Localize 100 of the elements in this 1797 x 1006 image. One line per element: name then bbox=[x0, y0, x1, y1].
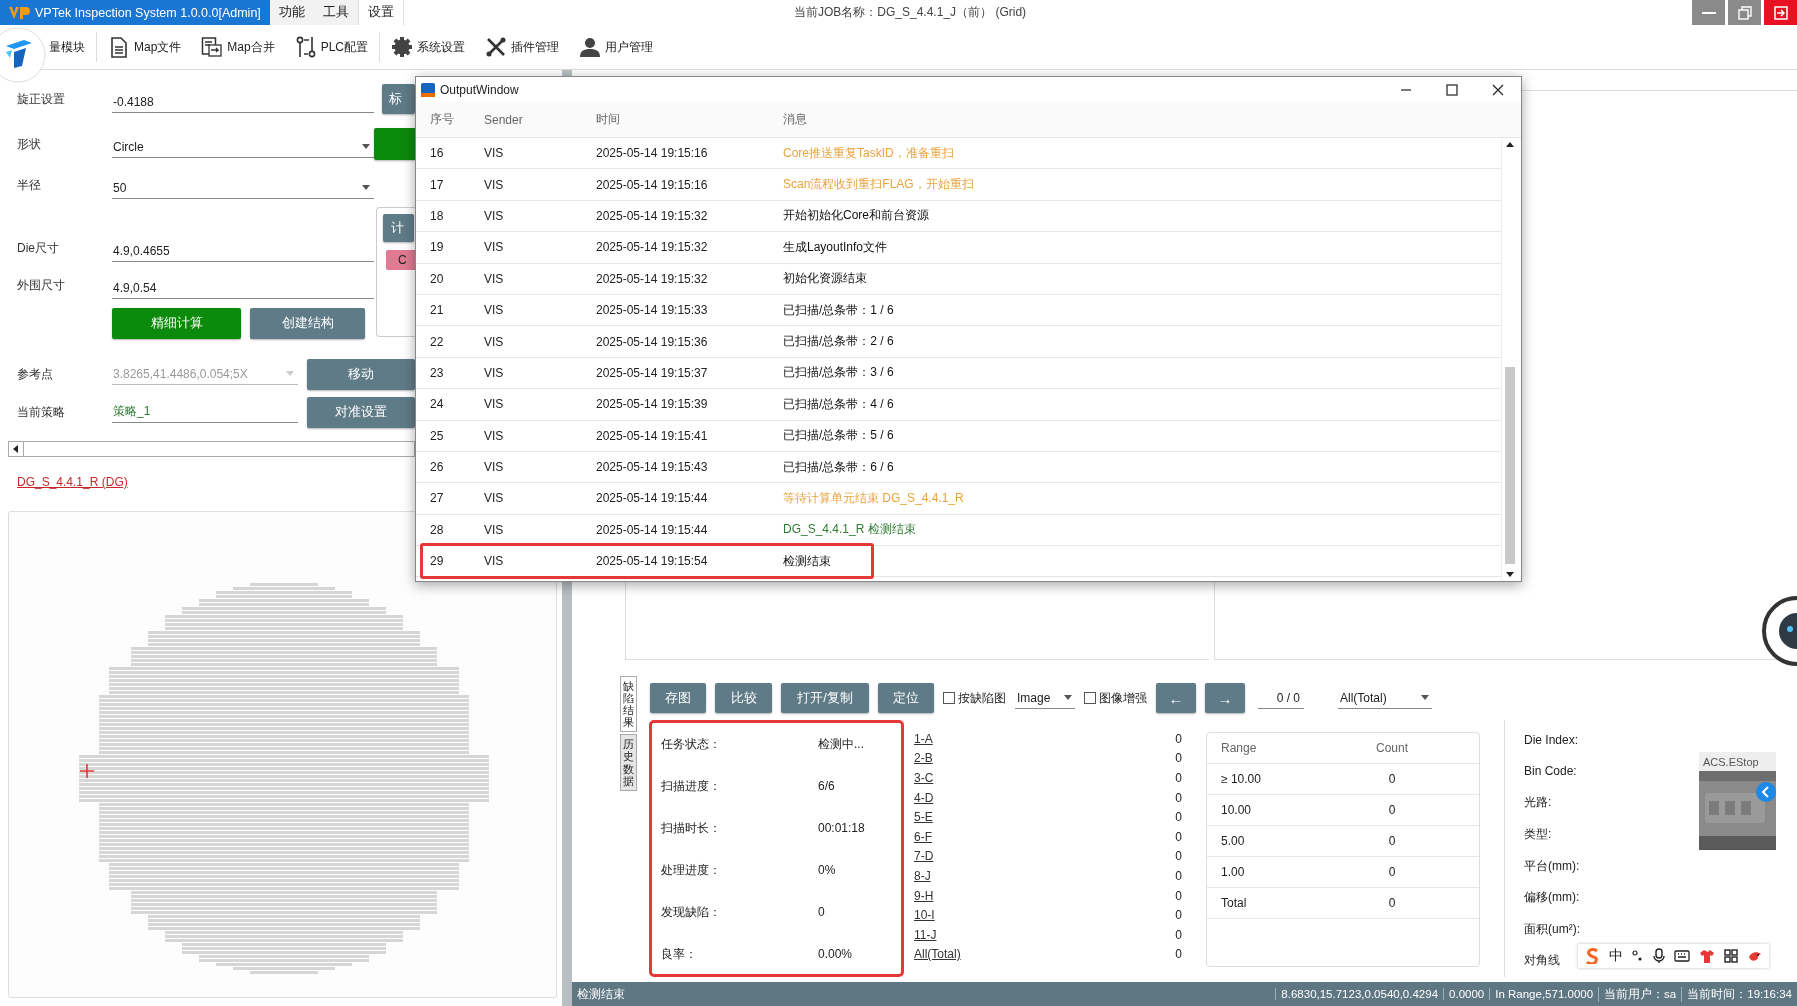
filter-dropdown[interactable]: All(Total) bbox=[1338, 687, 1432, 709]
toolbar-button[interactable]: 打开/复制 bbox=[781, 683, 869, 713]
toolbar-button[interactable]: Map文件 bbox=[103, 30, 187, 64]
align-settings-button[interactable]: 对准设置 bbox=[307, 396, 415, 428]
info-label: Die Index: bbox=[1524, 732, 1579, 747]
defect-class-link[interactable]: All(Total) bbox=[914, 947, 961, 962]
column-header: 消息 bbox=[783, 111, 808, 128]
defect-class-link[interactable]: 9-H bbox=[914, 888, 934, 903]
toolbar-button[interactable]: 比较 bbox=[715, 683, 772, 713]
toolbar-button[interactable]: 存图 bbox=[650, 683, 706, 713]
defect-count: 0 bbox=[1175, 751, 1182, 766]
toolbar-button[interactable]: 用户管理 bbox=[574, 30, 659, 64]
grid-icon[interactable] bbox=[1724, 949, 1738, 963]
status-label: 良率： bbox=[661, 945, 698, 963]
status-label: 处理进度： bbox=[661, 861, 722, 879]
app-logo-icon[interactable] bbox=[0, 28, 46, 84]
horizontal-scrollbar[interactable] bbox=[8, 441, 415, 457]
document-icon bbox=[108, 36, 130, 58]
restore-button[interactable] bbox=[1728, 0, 1761, 25]
merge-icon bbox=[201, 36, 224, 58]
defect-class-link[interactable]: 3-C bbox=[914, 771, 934, 785]
defect-class-link[interactable]: 4-D bbox=[914, 790, 934, 805]
job-link[interactable]: DG_S_4.4.1_R (DG) bbox=[17, 475, 128, 489]
toolbar-button[interactable]: 量模块 bbox=[44, 30, 90, 64]
calc-button[interactable]: 创建结构 bbox=[250, 307, 365, 339]
shirt-icon[interactable] bbox=[1699, 948, 1715, 964]
dropdown[interactable]: 50 bbox=[112, 177, 374, 199]
checkbox[interactable] bbox=[943, 692, 955, 704]
defect-class-link[interactable]: 8-J bbox=[914, 868, 931, 883]
calc-button[interactable]: 计 bbox=[383, 214, 414, 242]
input-field[interactable]: 4.9,0.4655 bbox=[112, 240, 374, 262]
status-label: 扫描进度： bbox=[661, 777, 722, 795]
input-field[interactable]: 4.9,0.54 bbox=[112, 277, 374, 299]
keyboard-icon[interactable] bbox=[1674, 949, 1690, 963]
table-cell-text: VIS bbox=[484, 491, 505, 506]
bird-icon[interactable] bbox=[1747, 949, 1763, 963]
column-header: 时间 bbox=[596, 111, 621, 128]
toolbar-button[interactable]: 系统设置 bbox=[386, 30, 471, 64]
defect-class-link[interactable]: 7-D bbox=[914, 849, 934, 864]
defect-class-link[interactable]: 10-I bbox=[914, 908, 935, 923]
field-label: 旋正设置 bbox=[17, 90, 66, 108]
side-tab[interactable]: 历史数据 bbox=[620, 734, 637, 791]
defect-count: 0 bbox=[1175, 868, 1182, 883]
table-cell-text: 2025-05-14 19:15:36 bbox=[596, 334, 709, 349]
defect-class-link[interactable]: 5-E bbox=[914, 810, 933, 825]
table-cell-text: ≥ 10.00 bbox=[1220, 772, 1262, 786]
connection-icon bbox=[294, 36, 317, 58]
toolbar-button[interactable]: 插件管理 bbox=[480, 30, 565, 64]
dropdown[interactable]: Circle bbox=[112, 136, 374, 158]
next-button[interactable]: → bbox=[1205, 683, 1245, 713]
vertical-scrollbar[interactable] bbox=[1501, 138, 1518, 581]
expand-button-icon[interactable] bbox=[1756, 782, 1776, 802]
defect-class-link[interactable]: 1-A bbox=[914, 731, 933, 746]
input-field[interactable]: -0.4188 bbox=[112, 91, 374, 113]
punctuation-icon[interactable] bbox=[1632, 949, 1644, 963]
table-cell-text: VIS bbox=[484, 397, 505, 412]
side-tab[interactable]: 缺陷结果 bbox=[620, 676, 637, 733]
toolbar-button[interactable]: 定位 bbox=[878, 683, 934, 713]
table-cell-text: VIS bbox=[484, 177, 505, 192]
log-message: 已扫描/总条带：6 / 6 bbox=[783, 458, 894, 476]
checkbox[interactable] bbox=[1084, 692, 1096, 704]
input-mode-toggle[interactable]: 中 bbox=[1609, 947, 1623, 965]
scrollbar-thumb[interactable] bbox=[1505, 367, 1515, 564]
menu-tab[interactable]: 设置 bbox=[358, 0, 404, 25]
page-field[interactable]: 0 / 0 bbox=[1258, 687, 1304, 709]
table-cell-text: VIS bbox=[484, 522, 505, 537]
toolbar-button[interactable]: PLC配置 bbox=[289, 30, 374, 64]
row-number: 17 bbox=[430, 177, 445, 192]
settings-icon bbox=[391, 36, 414, 58]
field-label: 形状 bbox=[17, 135, 42, 153]
thumbnail-title: ACS.EStop bbox=[1699, 752, 1776, 771]
table-cell-text: VIS bbox=[484, 146, 505, 161]
table-cell-text: Total bbox=[1220, 896, 1248, 910]
toolbar-button[interactable]: Map合并 bbox=[196, 30, 280, 64]
table-cell-text: 2025-05-14 19:15:16 bbox=[596, 146, 709, 161]
defect-class-link[interactable]: 2-B bbox=[914, 751, 933, 766]
table-cell-text: 0 bbox=[1387, 834, 1397, 848]
defect-count: 0 bbox=[1175, 908, 1182, 923]
app-title: VPTek Inspection System 1.0.0.0[Admin] bbox=[35, 5, 261, 20]
info-label: 光路: bbox=[1524, 794, 1552, 812]
log-message: DG_S_4.4.1_R 检测结束 bbox=[783, 521, 916, 539]
previous-button[interactable]: ← bbox=[1156, 683, 1196, 713]
menu-tab[interactable]: 工具 bbox=[314, 0, 358, 25]
input-method-logo-icon[interactable] bbox=[1584, 948, 1600, 964]
row-number: 28 bbox=[430, 522, 445, 537]
checkbox-label: 图像增强 bbox=[1099, 689, 1147, 707]
side-button[interactable]: 标 bbox=[382, 84, 415, 114]
microphone-icon[interactable] bbox=[1653, 948, 1665, 964]
defect-class-link[interactable]: 11-J bbox=[914, 927, 937, 942]
status-label: 发现缺陷： bbox=[661, 903, 722, 921]
log-message: Scan流程收到重扫FLAG，开始重扫 bbox=[783, 176, 974, 194]
menu-tab[interactable]: 功能 bbox=[270, 0, 314, 25]
minimize-button[interactable] bbox=[1692, 0, 1725, 25]
input-field[interactable]: 策略_1 bbox=[112, 401, 298, 423]
field-label: 半径 bbox=[17, 176, 42, 194]
calc-button[interactable]: 精细计算 bbox=[112, 307, 241, 339]
exit-button[interactable] bbox=[1764, 0, 1797, 25]
dropdown[interactable]: Image bbox=[1015, 687, 1075, 709]
defect-class-link[interactable]: 6-F bbox=[914, 829, 932, 844]
restore-icon bbox=[1737, 5, 1752, 20]
